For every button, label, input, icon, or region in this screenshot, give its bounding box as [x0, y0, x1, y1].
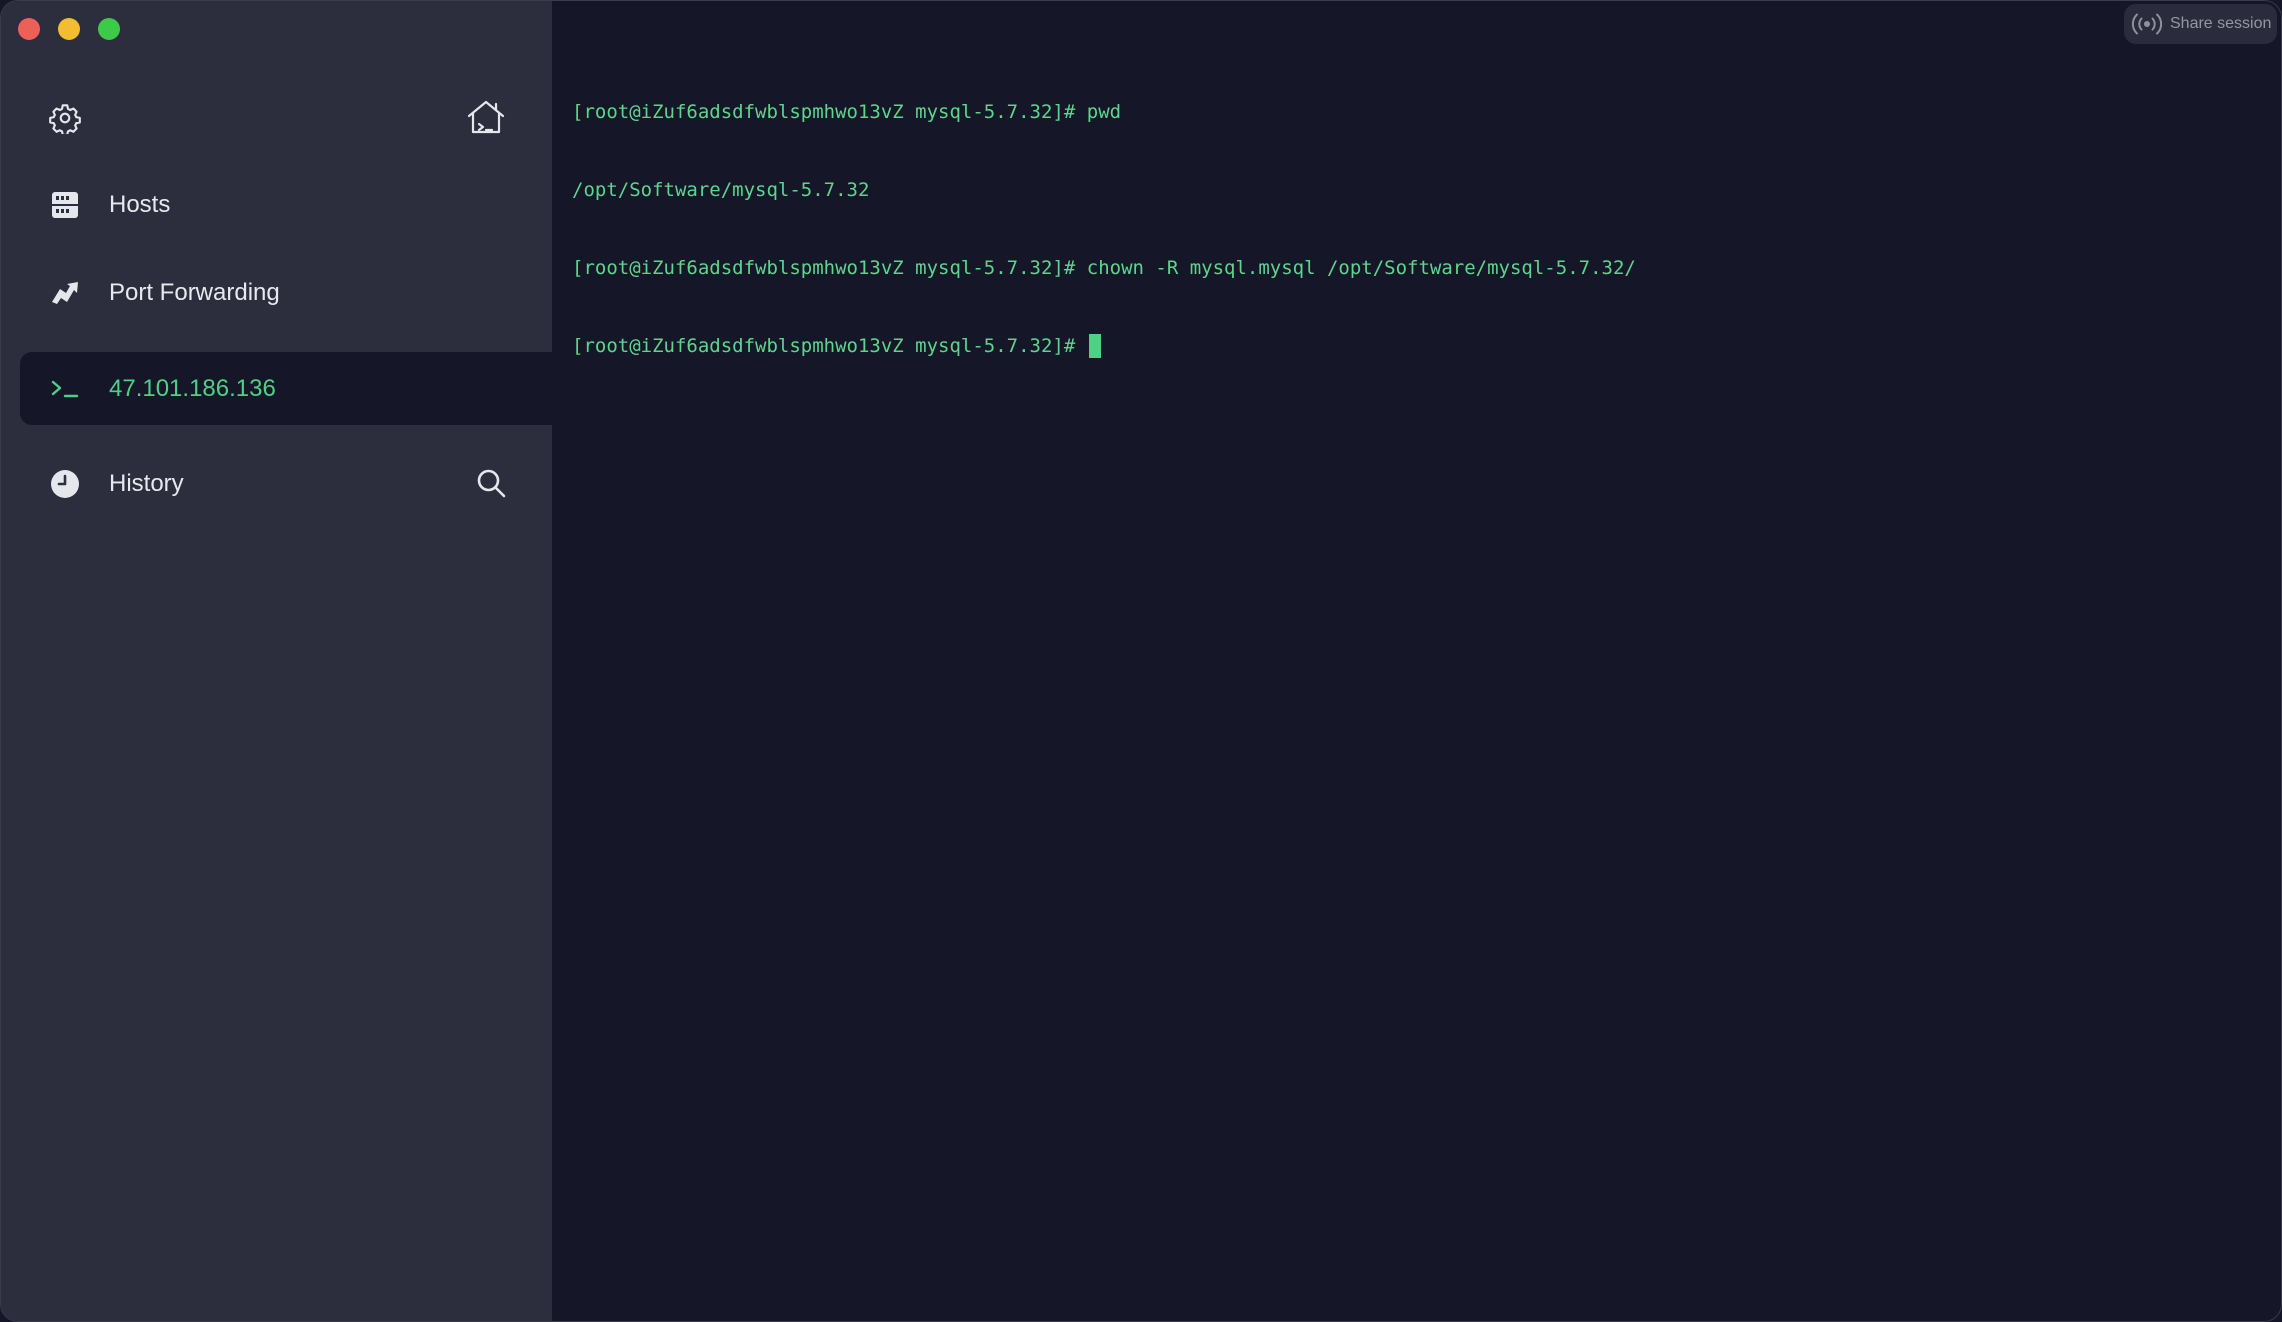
- terminal-cursor: [1088, 334, 1101, 358]
- sidebar-item-hosts[interactable]: Hosts: [20, 169, 552, 241]
- terminal-line: /opt/Software/mysql-5.7.32: [572, 179, 870, 201]
- share-session-button[interactable]: Share session: [2124, 4, 2277, 44]
- app-window: Hosts Port Forwarding 47.101.186.136 His…: [0, 0, 2282, 1322]
- terminal-prompt-icon: [49, 373, 81, 405]
- terminal-pane[interactable]: [root@iZuf6adsdfwblspmhwo13vZ mysql-5.7.…: [552, 1, 2281, 1321]
- gear-icon[interactable]: [45, 98, 85, 138]
- terminal-line: [root@iZuf6adsdfwblspmhwo13vZ mysql-5.7.…: [572, 257, 1636, 279]
- terminal-prompt-text: [root@iZuf6adsdfwblspmhwo13vZ mysql-5.7.…: [572, 335, 1087, 357]
- minimize-window-button[interactable]: [58, 18, 80, 40]
- sidebar-item-label: 47.101.186.136: [109, 374, 276, 402]
- maximize-window-button[interactable]: [98, 18, 120, 40]
- sidebar-item-port-forwarding[interactable]: Port Forwarding: [20, 257, 552, 329]
- search-icon[interactable]: [473, 465, 509, 501]
- terminal-output: [root@iZuf6adsdfwblspmhwo13vZ mysql-5.7.…: [572, 47, 1636, 411]
- sidebar: Hosts Port Forwarding 47.101.186.136 His…: [1, 1, 552, 1321]
- share-session-label: Share session: [2170, 15, 2272, 32]
- hosts-icon: [49, 189, 81, 221]
- sidebar-item-label: History: [109, 470, 184, 497]
- close-window-button[interactable]: [18, 18, 40, 40]
- home-icon[interactable]: [463, 95, 509, 139]
- broadcast-icon: [2130, 9, 2164, 39]
- terminal-prompt-line[interactable]: [root@iZuf6adsdfwblspmhwo13vZ mysql-5.7.…: [572, 333, 1636, 359]
- port-forwarding-icon: [49, 277, 81, 309]
- sidebar-item-session[interactable]: 47.101.186.136: [20, 352, 552, 425]
- clock-icon: [49, 468, 81, 500]
- terminal-line: [root@iZuf6adsdfwblspmhwo13vZ mysql-5.7.…: [572, 101, 1122, 123]
- sidebar-item-label: Hosts: [109, 191, 171, 218]
- sidebar-item-label: Port Forwarding: [109, 279, 280, 306]
